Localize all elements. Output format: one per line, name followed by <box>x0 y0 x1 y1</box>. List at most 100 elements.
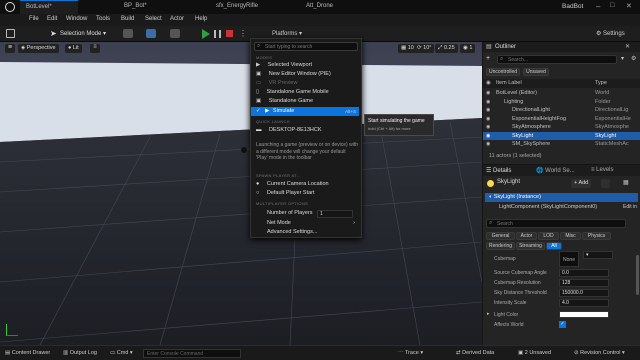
filter-rendering[interactable]: Rendering <box>486 242 515 250</box>
visibility-eye-icon[interactable]: ◉ <box>486 89 490 97</box>
cmd-dropdown[interactable]: ▭ Cmd ▾ <box>110 350 133 356</box>
add-component-button[interactable]: + Add <box>571 179 592 188</box>
filter-actor[interactable]: Actor <box>516 232 537 240</box>
menu-edit[interactable]: Edit <box>47 16 57 22</box>
outliner-row[interactable]: ◉ BotLevel (Editor) World <box>483 89 640 97</box>
number-of-players-input[interactable]: 1 <box>317 210 353 218</box>
component-row[interactable]: LightComponent (SkyLightComponent0) <box>485 203 638 212</box>
output-log-button[interactable]: ▥ Output Log <box>63 350 97 356</box>
affects-world-checkbox[interactable]: ✓ <box>559 321 566 328</box>
component-root-row[interactable]: ◐ SkyLight (Instance) <box>485 193 638 202</box>
property-value[interactable]: 0.0 <box>559 269 609 277</box>
cubemap-thumbnail[interactable]: None <box>559 251 579 267</box>
blueprint-button-icon[interactable] <box>601 179 610 188</box>
mode-standalone-mobile[interactable]: ▯ Standalone Game Mobile <box>251 88 359 97</box>
menu-select[interactable]: Select <box>145 16 162 22</box>
expand-arrow-icon[interactable]: ▸ <box>487 311 490 317</box>
derived-data-button[interactable]: ⇄ Derived Data <box>456 350 494 356</box>
filter-general[interactable]: General <box>486 232 515 240</box>
settings-button[interactable]: ⚙ Settings <box>596 30 625 37</box>
property-value[interactable]: 150000.0 <box>559 289 609 297</box>
outliner-row[interactable]: ◉ DirectionalLight DirectionalLig <box>483 106 640 114</box>
selection-mode-dropdown[interactable]: Selection Mode ▾ <box>60 30 106 37</box>
lit-button[interactable]: ● Lit <box>65 44 82 53</box>
viewport-options-button[interactable]: ≡ <box>5 44 15 53</box>
mode-new-editor-window[interactable]: ▣ New Editor Window (PIE) <box>251 70 359 79</box>
visibility-eye-icon[interactable]: ◉ <box>486 98 490 106</box>
mode-standalone-game[interactable]: ▣ Standalone Game <box>251 97 359 106</box>
perspective-button[interactable]: ◈ Perspective <box>18 44 59 53</box>
property-value[interactable]: 4.0 <box>559 299 609 307</box>
tab-details[interactable]: ☰ Details <box>486 167 511 174</box>
filter-uncontrolled[interactable]: Uncontrolled <box>486 68 520 76</box>
maximize-button[interactable]: □ <box>610 2 614 9</box>
stop-button[interactable] <box>226 30 233 37</box>
tab-att-drone[interactable]: Att_Drone <box>300 0 339 14</box>
menu-window[interactable]: Window <box>66 16 87 22</box>
content-drawer-button[interactable]: ▤ Content Drawer <box>5 350 50 356</box>
spawn-default-start[interactable]: ○ Default Player Start <box>251 189 359 198</box>
save-icon[interactable] <box>6 29 15 38</box>
level-viewport[interactable]: ≡ ◈ Perspective ● Lit ≡ ▦ 10 ⟳ 10° ⤢ 0.2… <box>0 42 482 345</box>
device-desktop[interactable]: ▬ DESKTOP-8E13HCK <box>251 126 359 135</box>
menu-tools[interactable]: Tools <box>96 16 110 22</box>
menu-search-field[interactable]: ⌕ Start typing to search <box>254 42 358 51</box>
actor-name-field[interactable]: SkyLight <box>497 179 520 185</box>
cinematics-icon[interactable] <box>170 29 180 38</box>
content-icon[interactable] <box>123 29 133 38</box>
play-button[interactable] <box>202 29 210 39</box>
filter-misc[interactable]: Misc <box>560 232 581 240</box>
menu-file[interactable]: File <box>29 16 39 22</box>
filter-all[interactable]: All <box>546 242 562 250</box>
filter-icon[interactable]: ▾ <box>621 55 624 62</box>
net-mode-item[interactable]: Net Mode › <box>251 219 359 228</box>
mode-selected-viewport[interactable]: ▶ Selected Viewport <box>251 61 359 70</box>
lock-icon[interactable]: ▦ <box>623 179 629 186</box>
rotation-snap-value[interactable]: ⟳ 10° <box>414 44 435 53</box>
console-input[interactable]: Enter Console Command <box>143 349 241 358</box>
trace-button[interactable]: ⋯ Trace ▾ <box>398 350 423 356</box>
details-scrollbar[interactable] <box>636 255 639 295</box>
close-icon[interactable]: ✕ <box>625 43 630 50</box>
revision-control-button[interactable]: ⊘ Revision Control ▾ <box>574 350 625 356</box>
visibility-eye-icon[interactable]: ◉ <box>486 132 490 140</box>
play-options-button[interactable]: ⋮ <box>239 29 247 38</box>
property-value[interactable]: 128 <box>559 279 609 287</box>
visibility-eye-icon[interactable]: ◉ <box>486 123 490 131</box>
details-search-field[interactable]: ⌕ Search <box>486 219 626 228</box>
outliner-row[interactable]: ◉ SM_SkySphere StaticMeshAc <box>483 140 640 148</box>
outliner-row[interactable]: ◉ SkyLight SkyLight <box>483 131 640 140</box>
menu-help[interactable]: Help <box>195 16 207 22</box>
tab-sfx[interactable]: sfx_EnergyRifle <box>210 0 264 14</box>
menu-build[interactable]: Build <box>121 16 134 22</box>
settings-icon[interactable]: ⚙ <box>631 55 636 62</box>
tab-world-settings[interactable]: 🌐 World Se... <box>536 167 575 174</box>
spawn-current-camera[interactable]: ● Current Camera Location <box>251 180 359 189</box>
filter-physics[interactable]: Physics <box>582 232 611 240</box>
unsaved-button[interactable]: ▣ 2 Unsaved <box>518 350 551 356</box>
minimize-button[interactable]: – <box>596 2 600 11</box>
platforms-button[interactable]: Platforms ▾ <box>272 30 302 37</box>
outliner-row[interactable]: ◉ Lighting Folder <box>483 98 640 106</box>
show-flags-button[interactable]: ≡ <box>90 44 100 53</box>
camera-speed-value[interactable]: ◉ 1 <box>460 44 476 53</box>
visibility-eye-icon[interactable]: ◉ <box>486 140 490 148</box>
add-actor-button[interactable]: + <box>486 55 495 63</box>
advanced-settings-item[interactable]: Advanced Settings... <box>251 228 359 237</box>
outliner-search-field[interactable]: ⌕ Search... <box>497 55 617 64</box>
light-color-swatch[interactable] <box>559 311 609 318</box>
filter-unsaved[interactable]: Unsaved <box>523 68 549 76</box>
menu-actor[interactable]: Actor <box>170 16 184 22</box>
visibility-eye-icon[interactable]: ◉ <box>486 115 490 123</box>
close-button[interactable]: ✕ <box>626 2 632 10</box>
filter-streaming[interactable]: Streaming <box>516 242 545 250</box>
visibility-eye-icon[interactable]: ◉ <box>486 106 490 114</box>
blueprint-icon[interactable] <box>146 29 156 38</box>
outliner-row[interactable]: ◉ ExponentialHeightFog ExponentialHe <box>483 115 640 123</box>
tab-levels[interactable]: ≡ Levels <box>591 167 614 173</box>
outliner-row[interactable]: ◉ SkyAtmosphere SkyAtmosphe <box>483 123 640 131</box>
filter-lod[interactable]: LOD <box>538 232 559 240</box>
edit-in-link[interactable]: Edit in <box>623 204 637 210</box>
scale-snap-value[interactable]: ⤢ 0.25 <box>435 44 458 53</box>
tab-bp-bot[interactable]: BP_Bot* <box>118 0 153 14</box>
